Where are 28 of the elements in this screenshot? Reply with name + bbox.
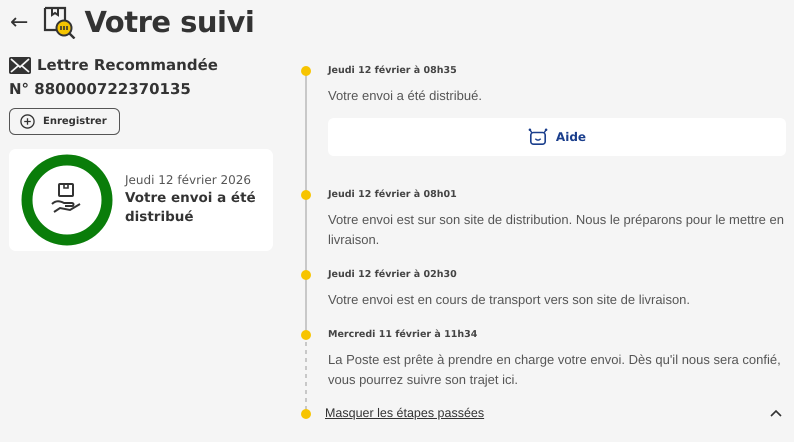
toggle-link[interactable]: Masquer les étapes passées [325, 406, 484, 420]
back-button[interactable]: ← [10, 10, 34, 34]
parcel-hand-icon [51, 183, 81, 213]
plus-icon [20, 114, 35, 129]
event-date: Jeudi 12 février à 08h01 [328, 188, 458, 202]
timeline-dot [301, 330, 311, 340]
status-date: Jeudi 12 février 2026 [125, 173, 252, 187]
robot-icon [528, 128, 548, 146]
event-text: Votre envoi a été distribué. [328, 87, 483, 105]
help-button[interactable]: Aide [328, 118, 786, 156]
event-date: Jeudi 12 février à 02h30 [328, 268, 458, 282]
envelope-icon [9, 56, 31, 74]
event-text: La Poste est prête à prendre en charge votre envoi. Dès qu'il nous sera confié, vous pourrez suivre son trajet ici. [328, 351, 782, 389]
page-title: Votre suivi [84, 5, 254, 39]
tracking-number: N° 880000722370135 [9, 80, 191, 98]
event-date: Jeudi 12 février à 08h35 [328, 64, 458, 78]
shipment-type: Lettre Recommandée [37, 56, 218, 74]
timeline-dot [301, 409, 311, 419]
chevron-icon[interactable] [770, 409, 782, 417]
event-date: Mercredi 11 février à 11h34 [328, 328, 478, 342]
timeline-dot [301, 66, 311, 76]
status-text: Votre envoi a été distribué [125, 189, 257, 227]
parcel-search-icon [42, 5, 76, 39]
event-text: Votre envoi est sur son site de distribution. Nous le préparons pour le mettre en livraison. [328, 211, 785, 249]
event-text: Votre envoi est en cours de transport vers son site de livraison. [328, 291, 692, 309]
timeline-dot [301, 190, 311, 200]
save-button[interactable]: Enregistrer [9, 108, 120, 135]
timeline-dot [301, 270, 311, 280]
